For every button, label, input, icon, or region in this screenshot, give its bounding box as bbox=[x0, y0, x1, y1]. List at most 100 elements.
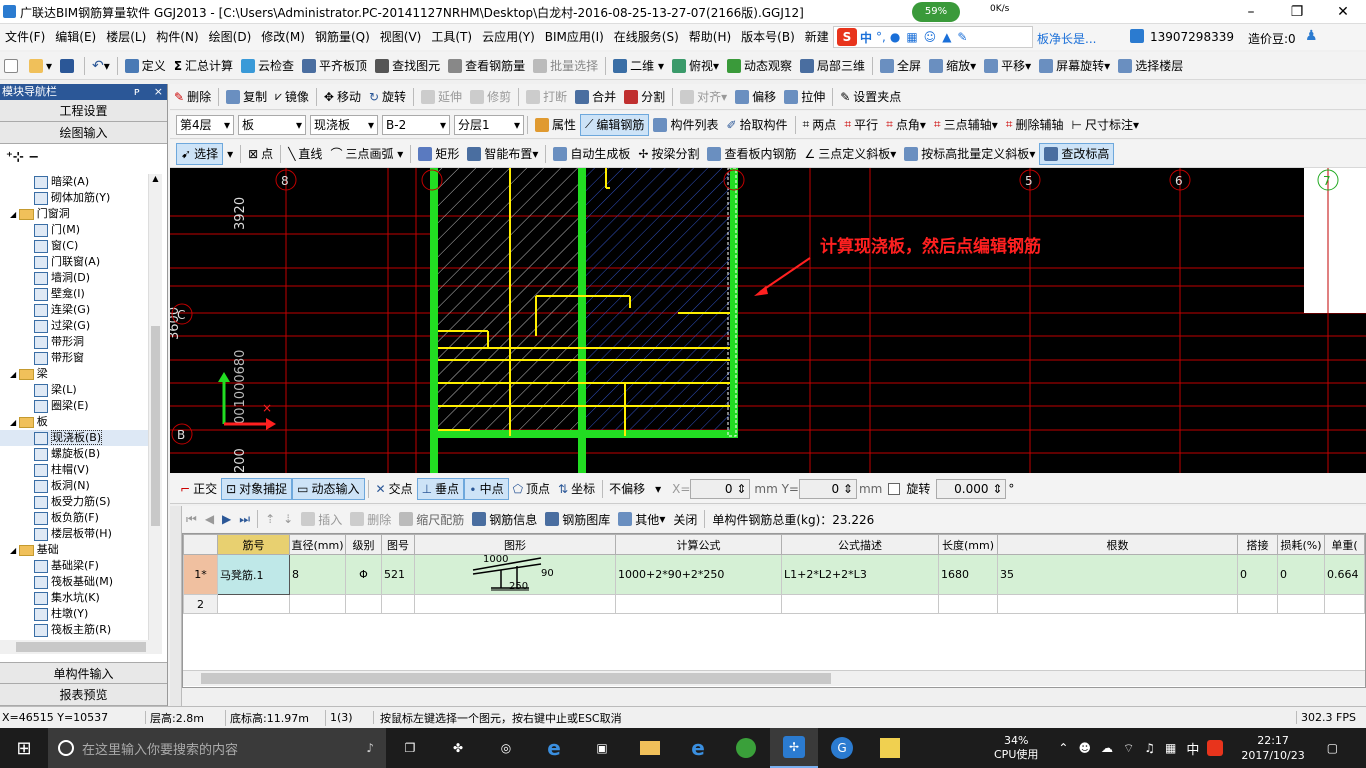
expand-arrow-icon[interactable]: ◢ bbox=[10, 370, 19, 379]
cell-figure-no[interactable]: 521 bbox=[381, 554, 415, 595]
tree-folder[interactable]: ◢ 门窗洞 bbox=[0, 206, 150, 222]
cell-formula[interactable]: 1000+2*90+2*250 bbox=[615, 554, 782, 595]
align-button[interactable]: 对齐 ▾ bbox=[676, 86, 731, 108]
break-button[interactable]: 打断 bbox=[522, 86, 571, 108]
find-element-button[interactable]: 查找图元 bbox=[371, 55, 444, 77]
arc-tool-button[interactable]: ⌒ 三点画弧 ▾ bbox=[326, 143, 407, 165]
parallel-button[interactable]: ⌗ 平行 bbox=[840, 114, 882, 136]
scale-fit-button[interactable]: 缩尺配筋 bbox=[395, 508, 468, 530]
other-button[interactable]: 其他 ▾ bbox=[614, 508, 669, 530]
slab-hatch-right[interactable] bbox=[584, 168, 734, 436]
x-input[interactable]: 0 ⇕ bbox=[690, 478, 751, 499]
dimension-button[interactable]: ⊢ 尺寸标注 ▾ bbox=[1068, 114, 1144, 136]
category-select[interactable]: 板 ▾ bbox=[238, 114, 306, 135]
screen-rotate-button[interactable]: 屏幕旋转 ▾ bbox=[1035, 55, 1114, 77]
two-points-button[interactable]: ⌗ 两点 bbox=[799, 114, 841, 136]
undo-icon[interactable]: ↶ ▾ bbox=[88, 55, 114, 77]
shirt-icon[interactable]: ▲ bbox=[942, 30, 951, 44]
tree-item[interactable]: 现浇板(B) bbox=[0, 430, 150, 446]
tree-item[interactable]: 圈梁(E) bbox=[0, 398, 150, 414]
report-preview-button[interactable]: 报表预览 bbox=[0, 684, 167, 706]
move-down-icon[interactable]: ⇣ bbox=[279, 508, 297, 530]
offset-button[interactable]: 偏移 bbox=[731, 86, 780, 108]
tree-item[interactable]: 柱帽(V) bbox=[0, 462, 150, 478]
bell-icon[interactable]: ♟ bbox=[1305, 28, 1318, 44]
tree-item[interactable]: 连梁(G) bbox=[0, 302, 150, 318]
view-rebar-button[interactable]: 查看钢筋量 bbox=[444, 55, 529, 77]
next-record-icon[interactable]: ▶ bbox=[218, 508, 235, 530]
volume-icon[interactable]: ♫ bbox=[1144, 741, 1155, 755]
mirror-button[interactable]: ⩗ 镜像 bbox=[271, 86, 313, 108]
delete-row-button[interactable]: 删除 bbox=[346, 508, 395, 530]
stretch-button[interactable]: 拉伸 bbox=[780, 86, 829, 108]
clock[interactable]: 22:17 2017/10/23 bbox=[1241, 733, 1304, 763]
split-button[interactable]: 分割 bbox=[620, 86, 669, 108]
tree-scrollbar[interactable]: ▲ bbox=[148, 174, 162, 640]
tree-item[interactable]: 壁龛(I) bbox=[0, 286, 150, 302]
perpendicular-snap[interactable]: ⊥ 垂点 bbox=[416, 477, 465, 500]
edit-rebar-button[interactable]: ⟋ 编辑钢筋 bbox=[580, 113, 650, 136]
cell-count[interactable] bbox=[997, 594, 1238, 614]
ime-lang[interactable]: 中 bbox=[860, 29, 872, 46]
menu-item[interactable]: BIM应用(I) bbox=[540, 24, 609, 50]
three-point-axis-button[interactable]: ⌗ 三点辅轴 ▾ bbox=[930, 114, 1002, 136]
notes-icon[interactable] bbox=[866, 728, 914, 768]
object-snap-toggle[interactable]: ⊡ 对象捕捉 bbox=[221, 477, 293, 500]
open-file-icon[interactable]: ▾ bbox=[25, 55, 56, 77]
row-index[interactable]: 1* bbox=[183, 554, 218, 595]
cloud-icon[interactable]: ☁ bbox=[1101, 741, 1113, 755]
expand-collapse-icons[interactable]: ⁺⊹ − bbox=[0, 144, 167, 170]
coord-snap[interactable]: ⇅ 坐标 bbox=[554, 478, 599, 500]
tree-item[interactable]: 板洞(N) bbox=[0, 478, 150, 494]
save-icon[interactable] bbox=[56, 55, 81, 77]
menu-item[interactable]: 构件(N) bbox=[151, 24, 203, 50]
line-tool-button[interactable]: ╲ 直线 bbox=[284, 143, 326, 165]
price-beans[interactable]: 造价豆:0 bbox=[1248, 30, 1296, 47]
g-app-icon[interactable]: G bbox=[818, 728, 866, 768]
prev-record-icon[interactable]: ◀ bbox=[201, 508, 218, 530]
cpu-meter[interactable]: 34% CPU使用 bbox=[994, 734, 1038, 762]
cell-diameter[interactable] bbox=[289, 594, 346, 614]
tree-folder[interactable]: ◢ 板 bbox=[0, 414, 150, 430]
point-angle-button[interactable]: ⌗ 点角 ▾ bbox=[882, 114, 930, 136]
panel-close-icon[interactable]: × bbox=[154, 84, 163, 100]
fullscreen-button[interactable]: 全屏 bbox=[876, 55, 925, 77]
view-mode-dropdown[interactable]: 二维 ▾ bbox=[609, 55, 668, 77]
cell-length[interactable]: 1680 bbox=[938, 554, 998, 595]
single-input-button[interactable]: 单构件输入 bbox=[0, 662, 167, 684]
sogou-icon[interactable]: S bbox=[837, 28, 857, 46]
tree-item[interactable]: 带形洞 bbox=[0, 334, 150, 350]
vertex-snap[interactable]: ⬠ 顶点 bbox=[509, 478, 554, 500]
ime-toolbar[interactable]: S 中 °, ● ▦ ☺ ▲ ✎ bbox=[833, 26, 1033, 48]
tree-item[interactable]: 集水坑(K) bbox=[0, 590, 150, 606]
auto-slab-button[interactable]: 自动生成板 bbox=[549, 143, 634, 165]
check-elev-button[interactable]: 查改标高 bbox=[1039, 142, 1115, 165]
select-floor-button[interactable]: 选择楼层 bbox=[1114, 55, 1187, 77]
cloud-check-button[interactable]: 云检查 bbox=[237, 55, 298, 77]
trim-button[interactable]: 修剪 bbox=[466, 86, 515, 108]
menu-item[interactable]: 修改(M) bbox=[256, 24, 310, 50]
layer-select[interactable]: 分层1 ▾ bbox=[454, 114, 524, 135]
ie-icon[interactable]: e bbox=[674, 728, 722, 768]
tree-folder[interactable]: ◢ 梁 bbox=[0, 366, 150, 382]
menu-item[interactable]: 版本号(B) bbox=[736, 24, 800, 50]
edge-icon[interactable]: e bbox=[530, 728, 578, 768]
store-icon[interactable]: ▣ bbox=[578, 728, 626, 768]
new-file-icon[interactable] bbox=[0, 55, 25, 77]
expand-arrow-icon[interactable]: ◢ bbox=[10, 210, 19, 219]
account-phone[interactable]: 13907298339 bbox=[1150, 30, 1234, 44]
batch-select-button[interactable]: 批量选择 bbox=[529, 55, 602, 77]
intersection-snap[interactable]: ✕ 交点 bbox=[372, 478, 417, 500]
summary-button[interactable]: Σ 汇总计算 bbox=[170, 55, 237, 77]
rect-tool-button[interactable]: 矩形 bbox=[414, 143, 463, 165]
cell-grade[interactable] bbox=[345, 594, 382, 614]
tree-item[interactable]: 砌体加筋(Y) bbox=[0, 190, 150, 206]
cell-shape[interactable] bbox=[414, 594, 616, 614]
slab-hatch-left[interactable] bbox=[432, 168, 582, 436]
minimize-button[interactable]: – bbox=[1228, 0, 1274, 24]
pin-icon[interactable]: ᴘ bbox=[134, 84, 140, 100]
cell-shape[interactable]: 1000 90 250 bbox=[414, 554, 616, 595]
y-input[interactable]: 0 ⇕ bbox=[798, 478, 857, 499]
cell-length[interactable] bbox=[938, 594, 998, 614]
tree-item[interactable]: 暗梁(A) bbox=[0, 174, 150, 190]
